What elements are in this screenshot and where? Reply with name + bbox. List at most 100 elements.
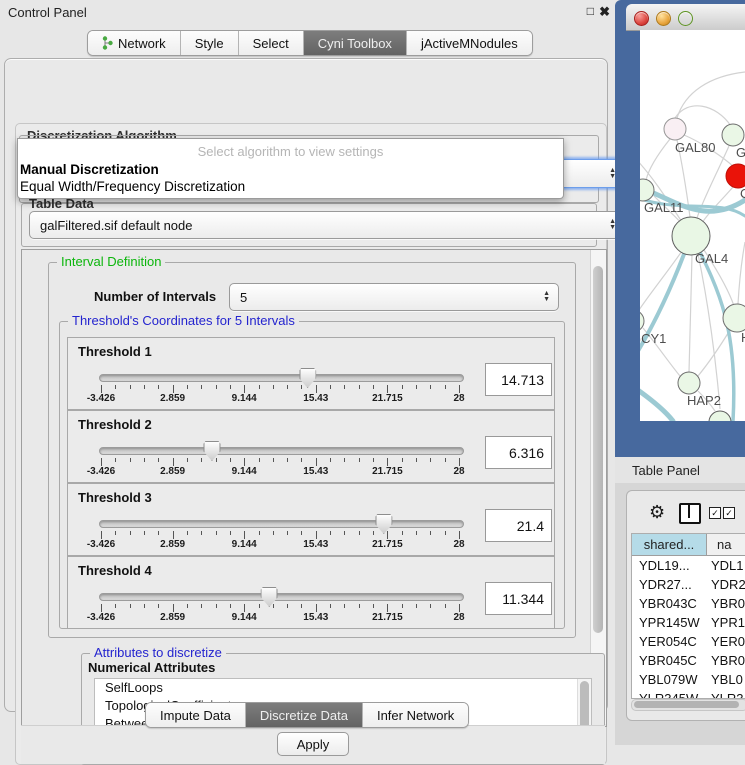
threshold-label: Threshold 1 — [78, 344, 152, 359]
network-node-gal4[interactable] — [672, 217, 710, 255]
close-icon[interactable]: ✖ — [599, 4, 610, 20]
close-traffic-light-icon[interactable] — [634, 11, 649, 26]
cell-name[interactable]: YPR1 — [707, 613, 745, 632]
network-node-label: H — [741, 330, 745, 345]
threshold-slider-track[interactable] — [99, 520, 464, 528]
cell-shared-name[interactable]: YBR045C — [632, 651, 707, 670]
checkbox-icon[interactable]: ✓ — [709, 507, 721, 519]
tab-jactivemnodules[interactable]: jActiveMNodules — [407, 31, 532, 55]
network-node[interactable] — [709, 411, 731, 421]
slider-tick — [130, 458, 131, 462]
threshold-slider-track[interactable] — [99, 374, 464, 382]
gear-icon[interactable]: ⚙ — [649, 502, 665, 523]
cell-shared-name[interactable]: YDR27... — [632, 575, 707, 594]
slider-tick — [387, 458, 388, 466]
horizontal-scrollbar[interactable] — [631, 699, 745, 711]
network-node-label: GAL11 — [644, 200, 684, 215]
cell-shared-name[interactable]: YBR043C — [632, 594, 707, 613]
tab-style[interactable]: Style — [181, 31, 239, 55]
table-row[interactable]: YBR043CYBR0 — [632, 594, 745, 613]
slider-tick — [430, 604, 431, 608]
network-graph: GAL80GACGAL11GAL4GCY1HHAP2 — [640, 30, 745, 421]
slider-tick — [301, 531, 302, 535]
zoom-traffic-light-icon[interactable] — [678, 11, 693, 26]
slider-tick — [459, 385, 460, 393]
checkbox-icon[interactable]: ✓ — [723, 507, 735, 519]
minimize-traffic-light-icon[interactable] — [656, 11, 671, 26]
table-row[interactable]: YLR345WYLR3 — [632, 689, 745, 699]
table-row[interactable]: YBL079WYBL0 — [632, 670, 745, 689]
table-row[interactable]: YBR045CYBR0 — [632, 651, 745, 670]
cell-name[interactable]: YBR0 — [707, 651, 745, 670]
apply-button[interactable]: Apply — [277, 732, 349, 756]
dropdown-option-manual-discretization[interactable]: Manual Discretization — [20, 162, 159, 177]
threshold-label: Threshold 3 — [78, 490, 152, 505]
cell-shared-name[interactable]: YBL079W — [632, 670, 707, 689]
cell-name[interactable]: YBR0 — [707, 594, 745, 613]
tab-impute-data[interactable]: Impute Data — [146, 703, 246, 727]
tab-network[interactable]: Network — [88, 31, 181, 55]
slider-tick — [173, 604, 174, 612]
network-node-ga[interactable] — [722, 124, 744, 146]
threshold-slider-track[interactable] — [99, 593, 464, 601]
slider-tick — [158, 458, 159, 462]
slider-tick-label: 2.859 — [160, 466, 185, 477]
table-row[interactable]: YER054CYER0 — [632, 632, 745, 651]
column-header-name[interactable]: na — [707, 534, 745, 555]
slider-tick — [101, 458, 102, 466]
column-layout-icon[interactable] — [679, 503, 701, 524]
network-node-hap2[interactable] — [678, 372, 700, 394]
cell-name[interactable]: YER0 — [707, 632, 745, 651]
attribute-list-item[interactable]: SelfLoops — [95, 679, 591, 697]
cell-shared-name[interactable]: YLR345W — [632, 689, 707, 699]
tab-discretize-data[interactable]: Discretize Data — [246, 703, 363, 727]
attributes-group-title: Attributes to discretize — [90, 645, 226, 660]
horizontal-scrollbar-thumb[interactable] — [634, 701, 739, 708]
tab-infer-network[interactable]: Infer Network — [363, 703, 468, 727]
table-rows: YDL19...YDL1YDR27...YDR2YBR043CYBR0YPR14… — [632, 556, 745, 699]
threshold-value-field[interactable]: 21.4 — [485, 509, 552, 542]
cell-name[interactable]: YDL1 — [707, 556, 745, 575]
network-node-c[interactable] — [726, 164, 745, 188]
slider-tick — [301, 604, 302, 608]
cell-shared-name[interactable]: YPR145W — [632, 613, 707, 632]
number-of-intervals-combobox[interactable]: 5 ▲▼ — [229, 283, 559, 311]
slider-tick-label: 21.715 — [372, 393, 403, 404]
slider-tick — [430, 531, 431, 535]
slider-tick — [173, 385, 174, 393]
network-canvas[interactable]: GAL80GACGAL11GAL4GCY1HHAP2 — [640, 30, 745, 421]
threshold-label: Threshold 4 — [78, 563, 152, 578]
threshold-value-field[interactable]: 11.344 — [485, 582, 552, 615]
dropdown-option-equal-width-frequency[interactable]: Equal Width/Frequency Discretization — [20, 179, 245, 194]
table-data-combobox[interactable]: galFiltered.sif default node ▲▼ — [29, 211, 625, 239]
threshold-slider-thumb[interactable] — [375, 514, 392, 534]
cell-name[interactable]: YLR3 — [707, 689, 745, 699]
threshold-slider-thumb[interactable] — [261, 587, 278, 607]
vertical-scrollbar-thumb[interactable] — [593, 266, 603, 633]
slider-tick-label: 9.144 — [232, 466, 257, 477]
cell-shared-name[interactable]: YDL19... — [632, 556, 707, 575]
cell-shared-name[interactable]: YER054C — [632, 632, 707, 651]
slider-tick — [201, 531, 202, 535]
slider-tick — [402, 385, 403, 389]
threshold-slider-track[interactable] — [99, 447, 464, 455]
network-node-gal11[interactable] — [640, 179, 654, 201]
network-node-gal80[interactable] — [664, 118, 686, 140]
threshold-value-field[interactable]: 14.713 — [485, 363, 552, 396]
table-row[interactable]: YPR145WYPR1 — [632, 613, 745, 632]
tab-label: Network — [118, 36, 166, 51]
tab-select[interactable]: Select — [239, 31, 304, 55]
threshold-slider-thumb[interactable] — [203, 441, 220, 461]
table-row[interactable]: YDL19...YDL1 — [632, 556, 745, 575]
network-node-label: GAL80 — [675, 140, 715, 155]
threshold-value-field[interactable]: 6.316 — [485, 436, 552, 469]
slider-tick — [359, 458, 360, 462]
cell-name[interactable]: YBL0 — [707, 670, 745, 689]
threshold-panel-4: Threshold 4-3.4262.8599.14415.4321.71528… — [67, 556, 555, 629]
column-header-shared-name[interactable]: shared... — [632, 534, 707, 555]
float-window-icon[interactable]: □ — [587, 4, 594, 18]
tab-cyni-toolbox[interactable]: Cyni Toolbox — [304, 31, 407, 55]
table-row[interactable]: YDR27...YDR2 — [632, 575, 745, 594]
cell-name[interactable]: YDR2 — [707, 575, 745, 594]
slider-tick — [344, 458, 345, 462]
